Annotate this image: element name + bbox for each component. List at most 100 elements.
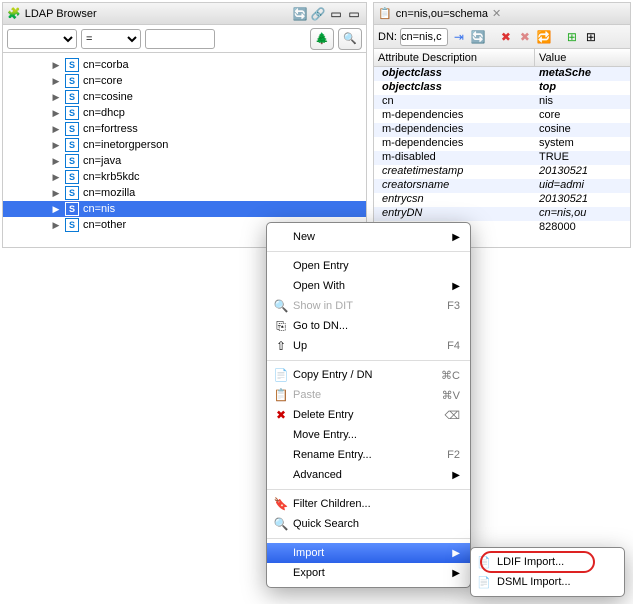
dn-grid-icon[interactable]: ⊞ [583,29,599,45]
attribute-row[interactable]: objectclasstop [374,81,630,95]
attribute-row[interactable]: m-dependenciescore [374,109,630,123]
tree-item[interactable]: ▶Scn=java [3,153,366,169]
dn-delete-icon[interactable]: ✖ [498,29,514,45]
menu-item-label: Filter Children... [293,498,371,510]
dn-go-icon[interactable]: ⇥ [451,29,467,45]
tree-item[interactable]: ▶Scn=cosine [3,89,366,105]
schema-badge-icon: S [65,122,79,136]
menu-item-up[interactable]: ⇧UpF4 [267,336,470,356]
submenu-arrow-icon: ▶ [452,470,460,481]
menu-item-rename-entry[interactable]: Rename Entry...F2 [267,445,470,465]
menu-item-export[interactable]: Export▶ [267,563,470,583]
attr-value: core [535,109,630,123]
attribute-row[interactable]: cnnis [374,95,630,109]
attr-header-description[interactable]: Attribute Description [374,49,535,66]
tree-item[interactable]: ▶Scn=corba [3,57,366,73]
schema-badge-icon: S [65,90,79,104]
menu-item-label: Up [293,340,307,352]
menu-item-copy-entry-dn[interactable]: 📄Copy Entry / DN⌘C [267,365,470,385]
tree-item[interactable]: ▶Scn=mozilla [3,185,366,201]
attribute-row[interactable]: creatorsnameuid=admi [374,179,630,193]
menu-icon: 📄 [273,368,289,382]
dn-delete2-icon[interactable]: ✖ [517,29,533,45]
menu-item-label: New [293,231,315,243]
submenu-item-label: LDIF Import... [497,556,564,568]
expand-arrow-icon[interactable]: ▶ [51,76,61,87]
filter-op-select[interactable]: = [81,29,141,49]
attribute-row[interactable]: m-dependenciessystem [374,137,630,151]
expand-arrow-icon[interactable]: ▶ [51,188,61,199]
tree-item[interactable]: ▶Scn=dhcp [3,105,366,121]
menu-item-advanced[interactable]: Advanced▶ [267,465,470,485]
menu-item-open-entry[interactable]: Open Entry [267,256,470,276]
menu-item-new[interactable]: New▶ [267,227,470,247]
expand-arrow-icon[interactable]: ▶ [51,140,61,151]
refresh-icon[interactable]: 🔄 [292,6,308,22]
submenu-item-ldif-import[interactable]: 📄LDIF Import... [471,552,624,572]
submenu-item-label: DSML Import... [497,576,571,588]
menu-icon: 🔍 [273,299,289,313]
attr-value: system [535,137,630,151]
context-menu: New▶Open EntryOpen With▶🔍Show in DITF3⎘G… [266,222,471,588]
expand-arrow-icon[interactable]: ▶ [51,220,61,231]
menu-shortcut: F3 [447,300,460,312]
dn-add-icon[interactable]: ⊞ [564,29,580,45]
tree-item[interactable]: ▶Scn=krb5kdc [3,169,366,185]
dn-refresh-icon[interactable]: 🔄 [470,29,486,45]
expand-arrow-icon[interactable]: ▶ [51,108,61,119]
attr-header-value[interactable]: Value [535,49,630,66]
dn-history-icon[interactable]: 🔁 [536,29,552,45]
attribute-row[interactable]: m-disabledTRUE [374,151,630,165]
attribute-row[interactable]: entryDNcn=nis,ou [374,207,630,221]
menu-item-filter-children[interactable]: 🔖Filter Children... [267,494,470,514]
menu-item-move-entry[interactable]: Move Entry... [267,425,470,445]
attr-name: createtimestamp [374,165,535,179]
menu-icon: ⇧ [273,339,289,353]
expand-arrow-icon[interactable]: ▶ [51,124,61,135]
attr-name: objectclass [374,67,535,81]
link-icon[interactable]: 🔗 [310,6,326,22]
dn-label: DN: [378,31,397,43]
tree-item-label: cn=inetorgperson [83,139,168,151]
dn-input[interactable] [400,28,448,46]
entry-editor-panel: 📋 cn=nis,ou=schema ✕ DN: ⇥ 🔄 ✖ ✖ 🔁 ⊞ ⊞ A… [373,2,631,248]
tree-item-label: cn=dhcp [83,107,125,119]
close-icon[interactable]: ✕ [492,7,501,20]
menu-item-label: Move Entry... [293,429,357,441]
expand-arrow-icon[interactable]: ▶ [51,156,61,167]
attr-name: m-dependencies [374,109,535,123]
tree-item-label: cn=corba [83,59,129,71]
menu-item-quick-search[interactable]: 🔍Quick Search [267,514,470,534]
menu-separator [267,538,470,539]
tree-item[interactable]: ▶Scn=inetorgperson [3,137,366,153]
menu-item-label: Delete Entry [293,409,354,421]
filter-attr-select[interactable] [7,29,77,49]
expand-arrow-icon[interactable]: ▶ [51,92,61,103]
expand-arrow-icon[interactable]: ▶ [51,172,61,183]
menu-item-open-with[interactable]: Open With▶ [267,276,470,296]
attribute-row[interactable]: createtimestamp20130521 [374,165,630,179]
menu-item-import[interactable]: Import▶ [267,543,470,563]
submenu-item-dsml-import[interactable]: 📄DSML Import... [471,572,624,592]
menu-separator [267,489,470,490]
expand-arrow-icon[interactable]: ▶ [51,60,61,71]
tree-item[interactable]: ▶Scn=fortress [3,121,366,137]
filter-run-button[interactable]: 🌲 [310,28,334,50]
tree-item-label: cn=mozilla [83,187,135,199]
submenu-arrow-icon: ▶ [452,568,460,579]
expand-arrow-icon[interactable]: ▶ [51,204,61,215]
attribute-row[interactable]: m-dependenciescosine [374,123,630,137]
menu-item-delete-entry[interactable]: ✖Delete Entry⌫ [267,405,470,425]
attribute-row[interactable]: entrycsn20130521 [374,193,630,207]
menu-shortcut: ⌫ [444,409,460,422]
minimize-icon[interactable]: ▭ [346,6,362,22]
filter-search-button[interactable]: 🔍 [338,28,362,50]
attribute-row[interactable]: objectclassmetaSche [374,67,630,81]
tree-item[interactable]: ▶Scn=nis [3,201,366,217]
entry-tab-label[interactable]: cn=nis,ou=schema [396,8,488,20]
tree-item[interactable]: ▶Scn=core [3,73,366,89]
menu-item-go-to-dn[interactable]: ⎘Go to DN... [267,316,470,336]
collapse-icon[interactable]: ▭ [328,6,344,22]
filter-value-input[interactable] [145,29,215,49]
ldap-browser-title: LDAP Browser [25,8,292,20]
